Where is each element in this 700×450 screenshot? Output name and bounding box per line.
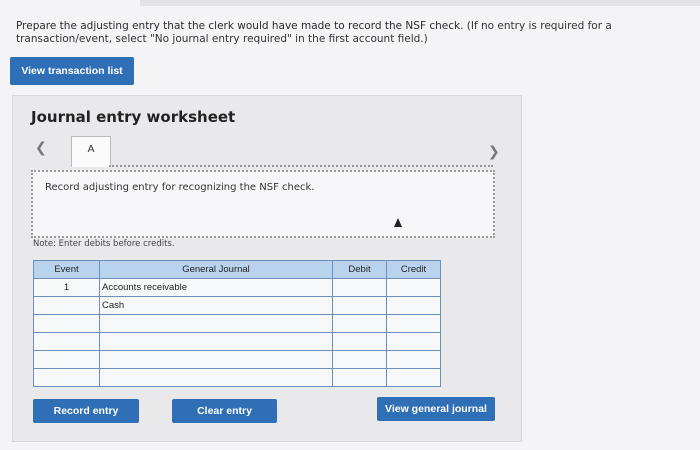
header-event: Event [33, 260, 100, 279]
table-row [33, 332, 441, 351]
journal-header-row: Event General Journal Debit Credit [33, 260, 441, 279]
entry-description: Record adjusting entry for recognizing t… [45, 182, 315, 193]
header-credit: Credit [386, 260, 441, 279]
account-field[interactable]: Cash [99, 296, 333, 315]
debits-note: Note: Enter debits before credits. [33, 239, 175, 249]
credit-field[interactable] [386, 296, 441, 315]
account-field[interactable] [99, 332, 333, 351]
event-cell [33, 368, 100, 387]
debit-field[interactable] [332, 296, 387, 315]
view-general-journal-button[interactable]: View general journal [377, 397, 495, 421]
journal-entry-worksheet: Journal entry worksheet ❮ A ❯ Record adj… [12, 95, 522, 442]
header-debit: Debit [332, 260, 387, 279]
debit-field[interactable] [332, 368, 387, 387]
instructions: Prepare the adjusting entry that the cle… [16, 20, 696, 46]
credit-field[interactable] [386, 350, 441, 369]
event-cell [33, 350, 100, 369]
journal-table: Event General Journal Debit Credit 1 Acc… [33, 260, 441, 387]
table-row [33, 314, 441, 333]
header-general-journal: General Journal [99, 260, 333, 279]
account-field[interactable]: Accounts receivable [99, 278, 333, 297]
credit-field[interactable] [386, 278, 441, 297]
chevron-right-icon[interactable]: ❯ [488, 144, 500, 160]
view-transaction-list-button[interactable]: View transaction list [10, 57, 134, 85]
credit-field[interactable] [386, 368, 441, 387]
event-cell: 1 [33, 278, 100, 297]
worksheet-title: Journal entry worksheet [31, 108, 236, 126]
instructions-main: Prepare the adjusting entry that the cle… [16, 20, 464, 32]
mouse-cursor-icon [394, 218, 402, 227]
debit-field[interactable] [332, 314, 387, 333]
event-cell [33, 332, 100, 351]
entry-description-box: Record adjusting entry for recognizing t… [31, 170, 495, 238]
event-cell [33, 296, 100, 315]
account-field[interactable] [99, 368, 333, 387]
table-row [33, 350, 441, 369]
credit-field[interactable] [386, 332, 441, 351]
account-field[interactable] [99, 314, 333, 333]
debit-field[interactable] [332, 350, 387, 369]
debit-field[interactable] [332, 332, 387, 351]
event-cell [33, 314, 100, 333]
debit-field[interactable] [332, 278, 387, 297]
top-strip [140, 0, 700, 6]
clear-entry-button[interactable]: Clear entry [172, 399, 277, 423]
tab-divider [109, 165, 493, 167]
record-entry-button[interactable]: Record entry [33, 399, 139, 423]
table-row: 1 Accounts receivable [33, 278, 441, 297]
table-row: Cash [33, 296, 441, 315]
credit-field[interactable] [386, 314, 441, 333]
table-row [33, 368, 441, 387]
tab-a[interactable]: A [71, 136, 111, 167]
chevron-left-icon[interactable]: ❮ [35, 140, 47, 156]
account-field[interactable] [99, 350, 333, 369]
